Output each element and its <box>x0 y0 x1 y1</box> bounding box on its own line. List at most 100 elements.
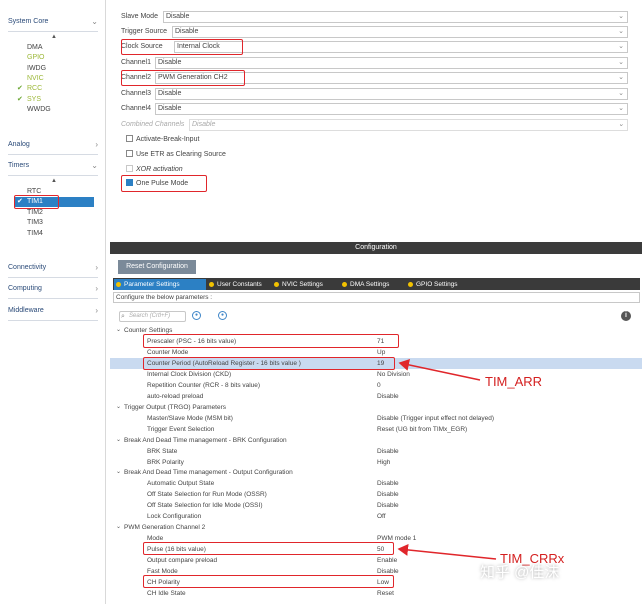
sidebar-item-iwdg[interactable]: IWDG <box>27 64 46 74</box>
param-value: Disable <box>377 491 399 498</box>
param-row-counter-mode[interactable]: Counter Mode Up <box>110 347 642 358</box>
info-icon[interactable]: i <box>621 311 631 321</box>
clock-source-select[interactable]: Internal Clock ⌄ <box>174 41 628 53</box>
param-row-msm[interactable]: Master/Slave Mode (MSM bit) Disable (Trig… <box>110 413 642 424</box>
one-pulse-mode-label: One Pulse Mode <box>136 180 189 187</box>
chevron-down-icon: ⌄ <box>618 43 624 50</box>
one-pulse-mode-checkbox[interactable] <box>126 179 133 186</box>
annotation-label-arr: TIM_ARR <box>485 374 543 389</box>
param-value: Off <box>377 513 386 520</box>
sidebar-item-rtc[interactable]: RTC <box>27 187 41 197</box>
param-row-auto-reload[interactable]: auto-reload preload Disable <box>110 391 642 402</box>
tab-label: GPIO Settings <box>416 281 458 288</box>
sort-icon[interactable]: ▲ <box>51 34 57 40</box>
tab-parameter-settings[interactable]: Parameter Settings <box>114 279 206 290</box>
tab-label: User Constants <box>217 281 262 288</box>
reset-configuration-button[interactable]: Reset Configuration <box>118 260 196 274</box>
activate-break-input-row[interactable]: Activate-Break-Input <box>126 134 199 146</box>
param-name: Prescaler (PSC - 16 bits value) <box>147 338 237 345</box>
sidebar-item-label: TIM2 <box>27 209 43 216</box>
group-counter-settings[interactable]: ⌄ Counter Settings <box>110 325 642 336</box>
param-name: Output compare preload <box>147 557 218 564</box>
sidebar-item-tim4[interactable]: TIM4 <box>27 229 43 239</box>
chevron-right-icon: › <box>95 140 98 149</box>
param-name: Automatic Output State <box>147 480 215 487</box>
sidebar-item-label: TIM1 <box>27 198 43 205</box>
channel1-select[interactable]: Disable ⌄ <box>155 57 628 69</box>
param-row-internal-clock-division[interactable]: Internal Clock Division (CKD) No Division <box>110 369 642 380</box>
channel4-row: Channel4 <box>121 103 151 115</box>
tab-user-constants[interactable]: User Constants <box>207 279 267 290</box>
use-etr-row[interactable]: Use ETR as Clearing Source <box>126 149 226 161</box>
group-pwm-ch2[interactable]: ⌄ PWM Generation Channel 2 <box>110 522 642 533</box>
sidebar-item-tim1[interactable]: ✔ TIM1 <box>14 197 94 207</box>
category-connectivity[interactable]: Connectivity › <box>8 259 98 277</box>
combined-channels-row: Combined Channels <box>121 119 184 131</box>
param-row-prescaler[interactable]: Prescaler (PSC - 16 bits value) 71 <box>110 336 642 347</box>
chevron-down-icon: ⌄ <box>618 59 624 66</box>
sidebar-item-rcc[interactable]: ✔ RCC <box>17 84 42 94</box>
group-brk[interactable]: ⌄ Break And Dead Time management - BRK Co… <box>110 435 642 446</box>
param-value: 0 <box>377 382 381 389</box>
chevron-down-icon: ⌄ <box>618 121 624 128</box>
param-row-counter-period[interactable]: Counter Period (AutoReload Register - 16… <box>110 358 642 369</box>
param-value: Reset <box>377 590 394 597</box>
category-timers[interactable]: Timers ⌄ <box>8 157 98 175</box>
channel3-select[interactable]: Disable ⌄ <box>155 88 628 100</box>
sidebar-item-tim3[interactable]: TIM3 <box>27 218 43 228</box>
sidebar-item-label: GPIO <box>27 54 45 61</box>
param-row-pwm-mode[interactable]: Mode PWM mode 1 <box>110 533 642 544</box>
sidebar-item-label: SYS <box>27 96 42 103</box>
param-row-brk-state[interactable]: BRK State Disable <box>110 446 642 457</box>
group-trgo[interactable]: ⌄ Trigger Output (TRGO) Parameters <box>110 402 642 413</box>
channel2-select[interactable]: PWM Generation CH2 ⌄ <box>155 72 628 84</box>
activate-break-input-checkbox[interactable] <box>126 135 133 142</box>
use-etr-checkbox[interactable] <box>126 150 133 157</box>
group-label: Trigger Output (TRGO) Parameters <box>124 404 226 411</box>
channel3-label: Channel3 <box>121 90 151 97</box>
search-next-icon[interactable]: ● <box>218 311 227 320</box>
tab-nvic-settings[interactable]: NVIC Settings <box>272 279 334 290</box>
param-row-lock-config[interactable]: Lock Configuration Off <box>110 511 642 522</box>
sidebar-item-wwdg[interactable]: WWDG <box>27 105 51 115</box>
sort-icon[interactable]: ▲ <box>51 178 57 184</box>
param-row-repetition-counter[interactable]: Repetition Counter (RCR - 8 bits value) 0 <box>110 380 642 391</box>
xor-activation-row: XOR activation <box>126 164 183 176</box>
param-value: No Division <box>377 371 410 378</box>
one-pulse-mode-row[interactable]: One Pulse Mode <box>126 178 188 190</box>
slave-mode-select[interactable]: Disable ⌄ <box>163 11 628 23</box>
sidebar-item-nvic[interactable]: NVIC <box>27 74 44 84</box>
param-value: 50 <box>377 546 385 553</box>
channel4-select[interactable]: Disable ⌄ <box>155 103 628 115</box>
category-computing[interactable]: Computing › <box>8 280 98 298</box>
trigger-source-select[interactable]: Disable ⌄ <box>172 26 628 38</box>
sidebar-item-label: RTC <box>27 188 42 195</box>
param-row-ossr[interactable]: Off State Selection for Run Mode (OSSR) D… <box>110 489 642 500</box>
search-input[interactable]: ⌕ Search (Crtl+F) <box>119 311 186 322</box>
category-analog[interactable]: Analog › <box>8 136 98 154</box>
check-icon: ✔ <box>17 85 23 92</box>
param-name: Off State Selection for Idle Mode (OSSI) <box>147 502 263 509</box>
param-row-ossi[interactable]: Off State Selection for Idle Mode (OSSI)… <box>110 500 642 511</box>
group-output[interactable]: ⌄ Break And Dead Time management - Output… <box>110 467 642 478</box>
sidebar-item-gpio[interactable]: GPIO <box>27 53 45 63</box>
param-value: 71 <box>377 338 385 345</box>
sidebar-item-dma[interactable]: DMA <box>27 43 43 53</box>
trigger-source-row: Trigger Source <box>121 26 167 38</box>
slave-mode-label: Slave Mode <box>121 13 158 20</box>
sidebar-item-tim2[interactable]: TIM2 <box>27 208 43 218</box>
param-row-trigger-event[interactable]: Trigger Event Selection Reset (UG bit fro… <box>110 424 642 435</box>
category-middleware[interactable]: Middleware › <box>8 302 98 320</box>
sidebar-item-sys[interactable]: ✔ SYS <box>17 95 42 105</box>
sidebar: System Core ⌄ ▲ DMA GPIO IWDG NVIC ✔ RCC … <box>0 0 106 604</box>
chevron-down-icon: ⌄ <box>618 28 624 35</box>
tab-gpio-settings[interactable]: GPIO Settings <box>406 279 468 290</box>
chevron-down-icon: ⌄ <box>116 437 122 443</box>
chevron-down-icon: ⌄ <box>116 327 122 333</box>
param-row-ch-idle-state[interactable]: CH Idle State Reset <box>110 588 642 599</box>
param-row-auto-output[interactable]: Automatic Output State Disable <box>110 478 642 489</box>
tab-dma-settings[interactable]: DMA Settings <box>340 279 400 290</box>
trigger-source-value: Disable <box>175 28 199 35</box>
category-system-core[interactable]: System Core ⌄ <box>8 13 98 31</box>
search-prev-icon[interactable]: ● <box>192 311 201 320</box>
